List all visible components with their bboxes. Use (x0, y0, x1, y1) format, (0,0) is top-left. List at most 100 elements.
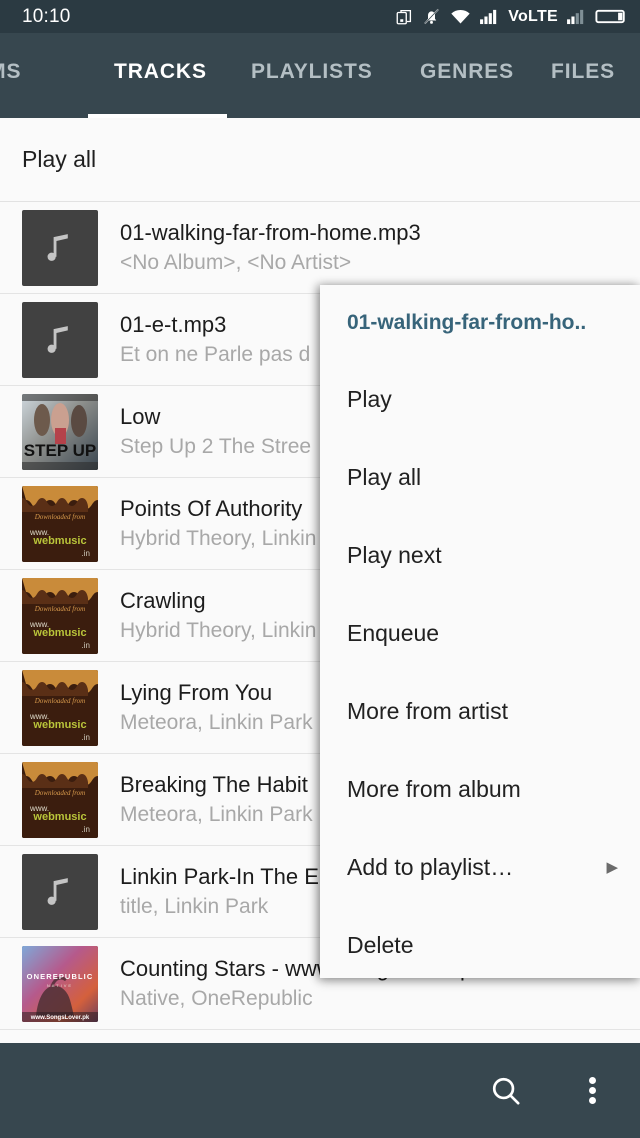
menu-item-label: Play all (347, 463, 422, 490)
track-text: 01-walking-far-from-home.mp3 <No Album>,… (120, 218, 421, 277)
track-subtitle: Meteora, Linkin Park (120, 711, 313, 734)
overflow-menu-button[interactable] (568, 1067, 616, 1115)
track-title: Lying From You (120, 680, 273, 705)
album-art-thumbnail: Downloaded from www. webmusic .in (22, 577, 98, 654)
svg-text:NATIVE: NATIVE (47, 983, 73, 988)
tab-playlists[interactable]: PLAYLISTS (251, 60, 373, 92)
track-subtitle: Native, OneRepublic (120, 987, 313, 1010)
status-icon-group: VoLTE (395, 7, 628, 26)
dot (588, 1087, 596, 1094)
svg-text:.in: .in (82, 549, 90, 558)
menu-item-more-from-album[interactable]: More from album (320, 750, 640, 828)
album-cover-webmusic: Downloaded from www. webmusic .in (22, 577, 98, 654)
album-art-thumbnail (22, 301, 98, 378)
track-title: Low (120, 404, 161, 429)
track-text: Linkin Park-In The E title, Linkin Park (120, 862, 319, 921)
battery-icon (595, 9, 625, 24)
track-title: Points Of Authority (120, 496, 303, 521)
context-menu-header: 01-walking-far-from-ho.. (347, 310, 587, 334)
track-subtitle: Meteora, Linkin Park (120, 803, 313, 826)
music-note-icon (47, 877, 68, 905)
track-title: Crawling (120, 588, 206, 613)
track-subtitle: Et on ne Parle pas d (120, 343, 311, 366)
tab-albums[interactable]: BUMS (0, 60, 21, 92)
menu-item-enqueue[interactable]: Enqueue (320, 594, 640, 672)
track-title: Linkin Park-In The E (120, 864, 319, 889)
search-button[interactable] (482, 1067, 530, 1115)
track-text: Points Of Authority Hybrid Theory, Linki… (120, 494, 316, 553)
submenu-arrow-icon: ▶ (606, 859, 618, 876)
menu-item-label: Play next (347, 541, 442, 568)
album-art-thumbnail (22, 209, 98, 286)
track-subtitle: Hybrid Theory, Linkin (120, 527, 317, 550)
track-text: 01-e-t.mp3 Et on ne Parle pas d (120, 310, 310, 369)
svg-text:Downloaded from: Downloaded from (34, 605, 86, 613)
menu-item-play-next[interactable]: Play next (320, 516, 640, 594)
music-note-icon (47, 325, 68, 353)
album-cover-webmusic: Downloaded from www. webmusic .in (22, 485, 98, 562)
svg-text:.in: .in (82, 733, 90, 742)
svg-text:.in: .in (82, 825, 90, 834)
tab-list: BUMS TRACKS PLAYLISTS GENRES FILES (0, 33, 640, 118)
track-subtitle: Step Up 2 The Stree (120, 435, 312, 458)
menu-item-play[interactable]: Play (320, 360, 640, 438)
dot (588, 1077, 596, 1084)
table-row[interactable]: 01-walking-far-from-home.mp3 <No Album>,… (0, 202, 640, 294)
bell-muted-icon (424, 8, 440, 25)
svg-text:STEP UP: STEP UP (24, 441, 96, 460)
album-art-thumbnail: STEP UP (22, 393, 98, 470)
album-art-thumbnail (22, 853, 98, 930)
tab-genres[interactable]: GENRES (420, 60, 514, 92)
svg-text:ONEREPUBLIC: ONEREPUBLIC (27, 972, 94, 981)
search-icon (492, 1077, 520, 1105)
overflow-menu-icon (588, 1074, 596, 1107)
track-text: Crawling Hybrid Theory, Linkin (120, 586, 316, 645)
play-all-row[interactable]: Play all (0, 118, 640, 202)
menu-item-label: Play (347, 385, 392, 412)
svg-text:www.SongsLover.pk: www.SongsLover.pk (30, 1015, 90, 1021)
menu-item-label: Add to playlist… (347, 853, 514, 880)
context-menu[interactable]: 01-walking-far-from-ho.. Play Play all P… (320, 285, 640, 978)
wifi-icon (451, 10, 470, 24)
album-art-thumbnail: Downloaded from www. webmusic .in (22, 669, 98, 746)
track-subtitle: Hybrid Theory, Linkin (120, 619, 317, 642)
app-root: 10:10 VoLTE S TRACKS PLAYLISTS GENRES FI… (0, 0, 640, 1138)
tab-tracks[interactable]: TRACKS (114, 60, 207, 92)
menu-item-play-all[interactable]: Play all (320, 438, 640, 516)
menu-item-delete[interactable]: Delete (320, 906, 640, 978)
svg-text:Downloaded from: Downloaded from (34, 513, 86, 521)
screen-cast-icon (396, 9, 412, 24)
tab-files[interactable]: FILES (551, 60, 615, 92)
menu-item-add-to-playlist[interactable]: Add to playlist… ▶ (320, 828, 640, 906)
track-title: 01-walking-far-from-home.mp3 (120, 220, 421, 245)
svg-text:webmusic: webmusic (32, 719, 86, 731)
svg-text:Downloaded from: Downloaded from (34, 789, 86, 797)
menu-item-more-from-artist[interactable]: More from artist (320, 672, 640, 750)
track-title: 01-e-t.mp3 (120, 312, 227, 337)
album-art-thumbnail: Downloaded from www. webmusic .in (22, 761, 98, 838)
track-text: Lying From You Meteora, Linkin Park (120, 678, 313, 737)
track-title: Breaking The Habit (120, 772, 308, 797)
album-cover-webmusic: Downloaded from www. webmusic .in (22, 761, 98, 838)
tab-bar: BUMS TRACKS PLAYLISTS GENRES FILES (0, 33, 640, 118)
menu-item-label: More from album (347, 775, 521, 802)
track-subtitle: <No Album>, <No Artist> (120, 251, 352, 274)
svg-text:webmusic: webmusic (32, 535, 86, 547)
signal-bars-2-icon (567, 9, 584, 25)
track-subtitle: title, Linkin Park (120, 895, 269, 918)
svg-text:webmusic: webmusic (32, 811, 86, 823)
status-clock: 10:10 (22, 5, 71, 27)
music-note-icon (47, 233, 68, 261)
status-bar: 10:10 VoLTE (0, 0, 640, 33)
album-cover-onerepublic: ONEREPUBLIC NATIVE www.SongsLover.pk (22, 945, 98, 1022)
menu-item-label: More from artist (347, 697, 509, 724)
svg-text:webmusic: webmusic (32, 627, 86, 639)
signal-bars-icon (480, 9, 497, 25)
menu-item-label: Enqueue (347, 619, 440, 646)
track-text: Low Step Up 2 The Stree (120, 402, 311, 461)
menu-item-label: Delete (347, 931, 414, 958)
svg-text:Downloaded from: Downloaded from (34, 697, 86, 705)
bottom-toolbar (0, 1043, 640, 1138)
album-cover-stepup: STEP UP (22, 393, 98, 470)
track-text: Breaking The Habit Meteora, Linkin Park (120, 770, 313, 829)
